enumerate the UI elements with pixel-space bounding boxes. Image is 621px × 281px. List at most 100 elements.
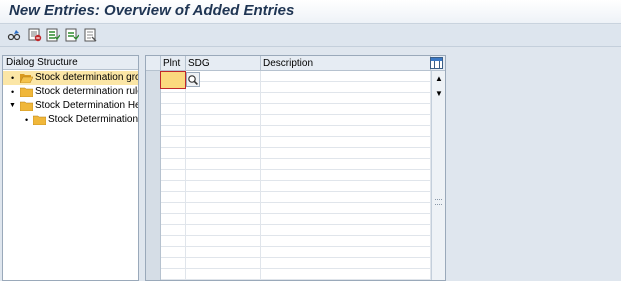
description-cell[interactable] (261, 258, 431, 269)
description-cell[interactable] (261, 159, 431, 170)
row-selector[interactable] (146, 181, 161, 192)
table-row[interactable] (146, 170, 431, 181)
expand-arrow-icon[interactable]: ▼ (9, 99, 16, 113)
plnt-cell[interactable] (161, 159, 186, 170)
plnt-cell[interactable] (161, 225, 186, 236)
row-selector[interactable] (146, 225, 161, 236)
row-selector[interactable] (146, 258, 161, 269)
sdg-cell[interactable] (186, 170, 261, 181)
plnt-cell[interactable] (161, 93, 186, 104)
row-selector[interactable] (146, 203, 161, 214)
tree-item-stock-determination-header[interactable]: ▼ Stock Determination He (3, 99, 138, 113)
sdg-cell[interactable] (186, 225, 261, 236)
value-help-button[interactable] (186, 72, 200, 87)
plnt-cell[interactable] (161, 126, 186, 137)
sdg-cell[interactable] (186, 258, 261, 269)
column-header-description[interactable]: Description (261, 56, 431, 71)
table-row[interactable] (146, 269, 431, 280)
sdg-cell[interactable] (186, 236, 261, 247)
plnt-cell[interactable] (161, 148, 186, 159)
select-all-icon[interactable] (46, 28, 60, 42)
tree-item-stock-determination[interactable]: • Stock Determination (3, 113, 138, 127)
plnt-cell[interactable] (161, 258, 186, 269)
sdg-cell[interactable] (186, 137, 261, 148)
description-cell[interactable] (261, 203, 431, 214)
table-row[interactable] (146, 137, 431, 148)
column-header-sdg[interactable]: SDG (186, 56, 261, 71)
table-row[interactable] (146, 126, 431, 137)
row-selector[interactable] (146, 104, 161, 115)
scrollbar-grip[interactable] (435, 199, 442, 205)
table-row[interactable] (146, 247, 431, 258)
table-row[interactable] (146, 104, 431, 115)
description-cell[interactable] (261, 71, 431, 82)
sdg-cell[interactable] (186, 181, 261, 192)
sdg-cell[interactable] (186, 214, 261, 225)
table-row[interactable] (146, 93, 431, 104)
description-cell[interactable] (261, 115, 431, 126)
row-selector[interactable] (146, 159, 161, 170)
description-cell[interactable] (261, 148, 431, 159)
vertical-scrollbar[interactable]: ▲ ▼ (431, 71, 445, 280)
table-row[interactable] (146, 258, 431, 269)
description-cell[interactable] (261, 181, 431, 192)
description-cell[interactable] (261, 214, 431, 225)
table-settings-icon[interactable] (430, 57, 443, 69)
row-selector[interactable] (146, 71, 161, 82)
row-selector[interactable] (146, 148, 161, 159)
scroll-up-icon[interactable]: ▲ (435, 74, 443, 83)
sdg-cell[interactable] (186, 159, 261, 170)
sdg-cell[interactable] (186, 192, 261, 203)
table-row[interactable] (146, 203, 431, 214)
description-cell[interactable] (261, 126, 431, 137)
sdg-cell[interactable] (186, 115, 261, 126)
row-selector[interactable] (146, 137, 161, 148)
plnt-cell[interactable] (161, 214, 186, 225)
table-row[interactable] (146, 236, 431, 247)
row-selector[interactable] (146, 126, 161, 137)
plnt-cell[interactable] (161, 203, 186, 214)
row-selector[interactable] (146, 170, 161, 181)
description-cell[interactable] (261, 269, 431, 280)
row-selector[interactable] (146, 269, 161, 280)
description-cell[interactable] (261, 104, 431, 115)
description-cell[interactable] (261, 82, 431, 93)
table-row[interactable] (146, 115, 431, 126)
row-selector[interactable] (146, 192, 161, 203)
plnt-cell[interactable] (161, 247, 186, 258)
plnt-input-active[interactable] (160, 71, 186, 89)
sdg-cell[interactable] (186, 269, 261, 280)
plnt-cell[interactable] (161, 104, 186, 115)
description-cell[interactable] (261, 192, 431, 203)
glasses-edit-icon[interactable] (7, 28, 21, 42)
select-block-icon[interactable] (65, 28, 79, 42)
table-row[interactable] (146, 192, 431, 203)
plnt-cell[interactable] (161, 192, 186, 203)
delete-row-icon[interactable] (28, 28, 42, 42)
tree-item-stock-determination-rule[interactable]: • Stock determination rule (3, 85, 138, 99)
description-cell[interactable] (261, 137, 431, 148)
table-row[interactable] (146, 214, 431, 225)
deselect-icon[interactable] (84, 28, 98, 42)
select-all-rows-button[interactable] (146, 56, 161, 71)
table-row[interactable] (146, 225, 431, 236)
tree-item-stock-determination-group[interactable]: • Stock determination gro (3, 71, 138, 85)
plnt-cell[interactable] (161, 137, 186, 148)
plnt-cell[interactable] (161, 236, 186, 247)
plnt-cell[interactable] (161, 115, 186, 126)
column-header-plnt[interactable]: Plnt (161, 56, 186, 71)
sdg-cell[interactable] (186, 126, 261, 137)
description-cell[interactable] (261, 93, 431, 104)
sdg-cell[interactable] (186, 104, 261, 115)
table-row[interactable] (146, 181, 431, 192)
plnt-cell[interactable] (161, 170, 186, 181)
row-selector[interactable] (146, 214, 161, 225)
row-selector[interactable] (146, 93, 161, 104)
table-row[interactable] (146, 148, 431, 159)
description-cell[interactable] (261, 236, 431, 247)
plnt-cell[interactable] (161, 269, 186, 280)
sdg-cell[interactable] (186, 247, 261, 258)
row-selector[interactable] (146, 115, 161, 126)
description-cell[interactable] (261, 247, 431, 258)
row-selector[interactable] (146, 247, 161, 258)
